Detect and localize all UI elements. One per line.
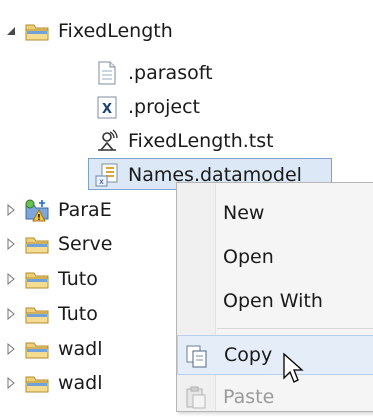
project-warning-icon: ! <box>24 197 50 223</box>
tree-item-label: .parasoft <box>128 62 213 84</box>
collapsed-arrow-icon[interactable] <box>4 307 18 321</box>
menu-item-copy[interactable]: Copy <box>177 335 373 375</box>
collapsed-arrow-icon[interactable] <box>4 203 18 217</box>
copy-icon <box>184 343 210 369</box>
paste-icon <box>183 384 209 410</box>
svg-text:!: ! <box>37 213 41 222</box>
tree-item-label: Tuto <box>58 268 98 290</box>
tree-item-wadl-1[interactable]: wadl <box>7 332 103 366</box>
tree-item-label: FixedLength.tst <box>128 130 274 152</box>
folder-icon <box>24 18 50 44</box>
folder-icon <box>24 266 50 292</box>
folder-icon <box>24 370 50 396</box>
menu-item-paste[interactable]: Paste <box>177 377 373 417</box>
datamodel-icon: x <box>94 162 120 188</box>
tree-item-label: .project <box>128 96 200 118</box>
tree-item-parasoft[interactable]: .parasoft <box>94 56 213 90</box>
folder-icon <box>24 336 50 362</box>
tree-item-fixedlength[interactable]: FixedLength <box>4 14 173 48</box>
context-menu: New Open Open With Copy Paste <box>176 182 373 412</box>
collapsed-arrow-icon[interactable] <box>4 376 18 390</box>
collapsed-arrow-icon[interactable] <box>4 272 18 286</box>
mouse-pointer-icon <box>282 352 304 386</box>
tree-item-label: wadl <box>58 338 103 360</box>
menu-item-open[interactable]: Open <box>177 237 373 277</box>
folder-icon <box>24 301 50 327</box>
svg-text:X: X <box>102 102 112 117</box>
collapsed-arrow-icon[interactable] <box>4 342 18 356</box>
menu-item-label: Open <box>223 246 274 268</box>
tree-item-parabank[interactable]: ! ParaE <box>7 193 112 227</box>
tree-item-label: Tuto <box>58 303 98 325</box>
tree-item-project[interactable]: X .project <box>94 90 200 124</box>
file-icon <box>94 60 120 86</box>
tree-item-label: wadl <box>58 372 103 394</box>
menu-separator <box>217 328 373 329</box>
tree-item-label: Serve <box>58 233 113 255</box>
tree-item-label: ParaE <box>58 199 112 221</box>
tree-item-label: FixedLength <box>58 20 173 42</box>
menu-item-new[interactable]: New <box>177 193 373 233</box>
menu-item-label: Paste <box>223 386 275 408</box>
collapsed-arrow-icon[interactable] <box>4 237 18 251</box>
menu-item-label: Open With <box>223 290 323 312</box>
xml-file-icon: X <box>94 94 120 120</box>
tree-item-tutorial-1[interactable]: Tuto <box>7 262 98 296</box>
menu-item-label: New <box>223 202 265 224</box>
folder-icon <box>24 231 50 257</box>
tree-item-server[interactable]: Serve <box>7 227 113 261</box>
tree-item-tutorial-2[interactable]: Tuto <box>7 297 98 331</box>
menu-item-label: Copy <box>224 344 273 366</box>
test-suite-icon <box>94 128 120 154</box>
menu-item-open-with[interactable]: Open With <box>177 281 373 321</box>
tree-item-wadl-2[interactable]: wadl <box>7 366 103 400</box>
tree-item-fixedlength-tst[interactable]: FixedLength.tst <box>94 124 274 158</box>
expanded-arrow-icon[interactable] <box>4 24 18 38</box>
svg-text:x: x <box>99 177 104 186</box>
